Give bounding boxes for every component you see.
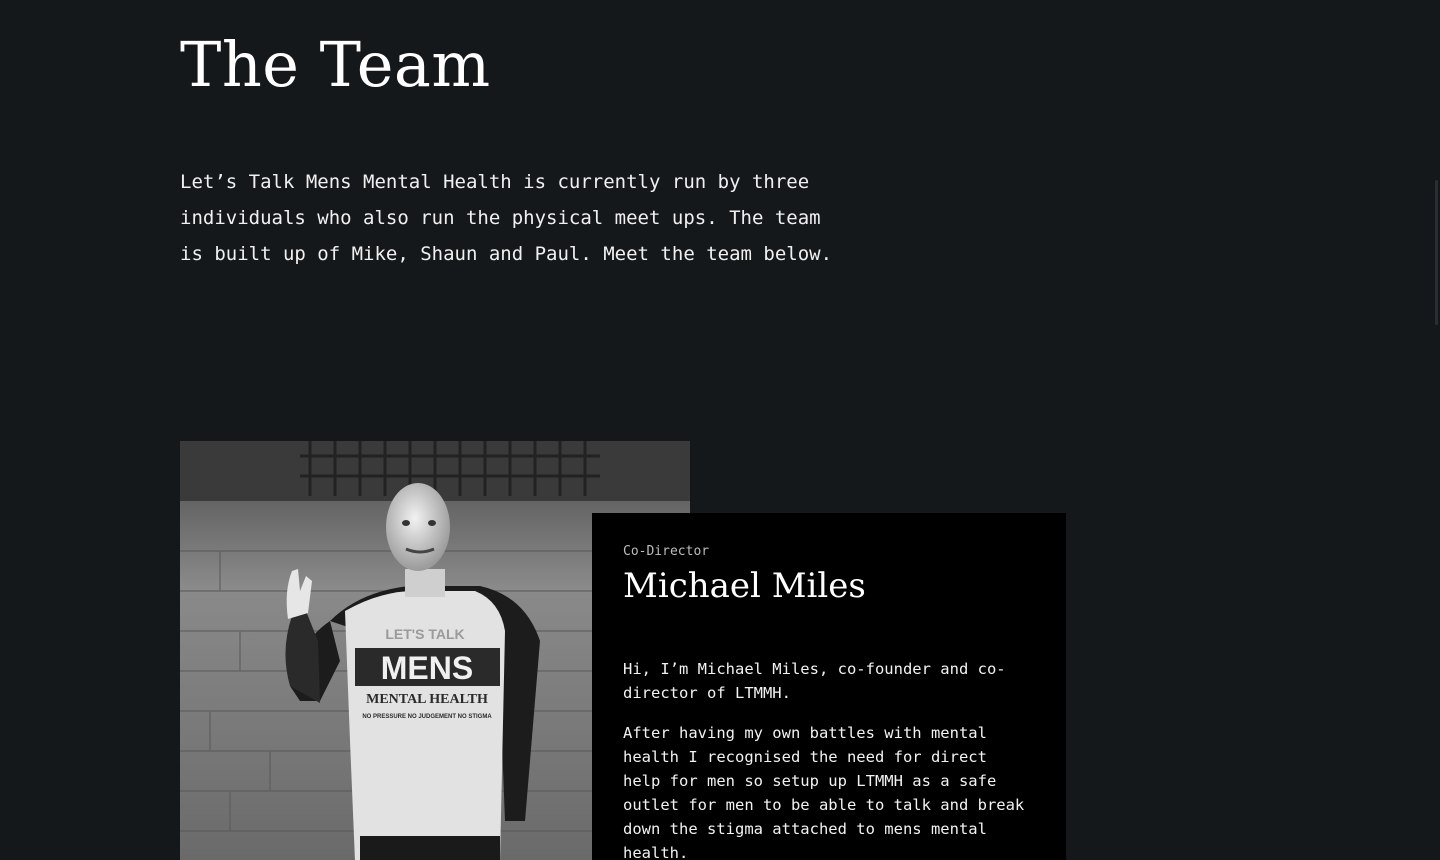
page-scrollbar[interactable] [1432, 0, 1440, 860]
shirt-text-top: LET'S TALK [385, 626, 464, 642]
page-title: The Team [180, 28, 491, 101]
shirt-text-small: NO PRESSURE NO JUDGEMENT NO STIGMA [362, 714, 492, 720]
member-bio-card: Co-Director Michael Miles Hi, I’m Michae… [592, 513, 1066, 860]
team-page: The Team Let’s Talk Mens Mental Health i… [0, 0, 1440, 860]
member-bio-paragraph: After having my own battles with mental … [623, 724, 1025, 860]
shirt-text-bottom: MENTAL HEALTH [366, 692, 488, 707]
scrollbar-thumb[interactable] [1435, 180, 1438, 325]
team-intro-text: Let’s Talk Mens Mental Health is current… [180, 171, 833, 265]
member-bio-paragraph: Hi, I’m Michael Miles, co-founder and co… [623, 660, 1006, 702]
shirt-text-middle: MENS [381, 650, 473, 686]
member-name: Michael Miles [623, 566, 866, 606]
member-role: Co-Director [623, 544, 710, 559]
